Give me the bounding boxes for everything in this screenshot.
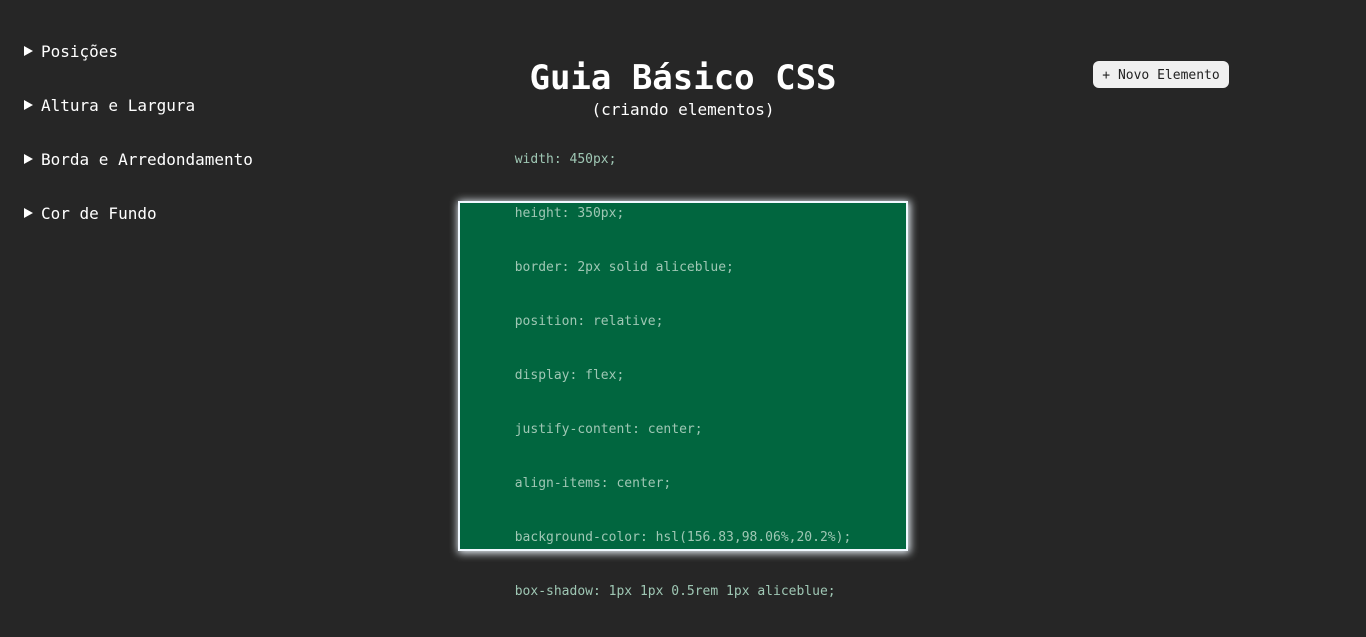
sidebar-item-borda-e-arredondamento[interactable]: Borda e Arredondamento [24, 148, 253, 170]
sidebar-item-label: Borda e Arredondamento [41, 149, 253, 169]
new-element-button[interactable]: + Novo Elemento [1093, 61, 1229, 88]
code-line: position: relative; [514, 314, 664, 329]
css-demo-box: width: 450px; height: 350px; border: 2px… [458, 152, 908, 599]
code-line: border: 2px solid aliceblue; [514, 260, 734, 275]
sidebar-item-cor-de-fundo[interactable]: Cor de Fundo [24, 202, 253, 224]
sidebar-item-label: Cor de Fundo [41, 203, 157, 223]
code-line: background-color: hsl(156.83,98.06%,20.2… [514, 530, 852, 545]
code-line: box-shadow: 1px 1px 0.5rem 1px aliceblue… [514, 584, 836, 599]
disclosure-triangle-icon [24, 46, 33, 56]
disclosure-triangle-icon [24, 154, 33, 164]
code-line: display: flex; [514, 368, 625, 383]
css-code-block: width: 450px; height: 350px; border: 2px… [515, 115, 852, 637]
code-line: width: 450px; [514, 152, 617, 167]
code-line: justify-content: center; [514, 422, 703, 437]
code-line: height: 350px; [514, 206, 625, 221]
disclosure-triangle-icon [24, 208, 33, 218]
code-line: align-items: center; [514, 476, 672, 491]
